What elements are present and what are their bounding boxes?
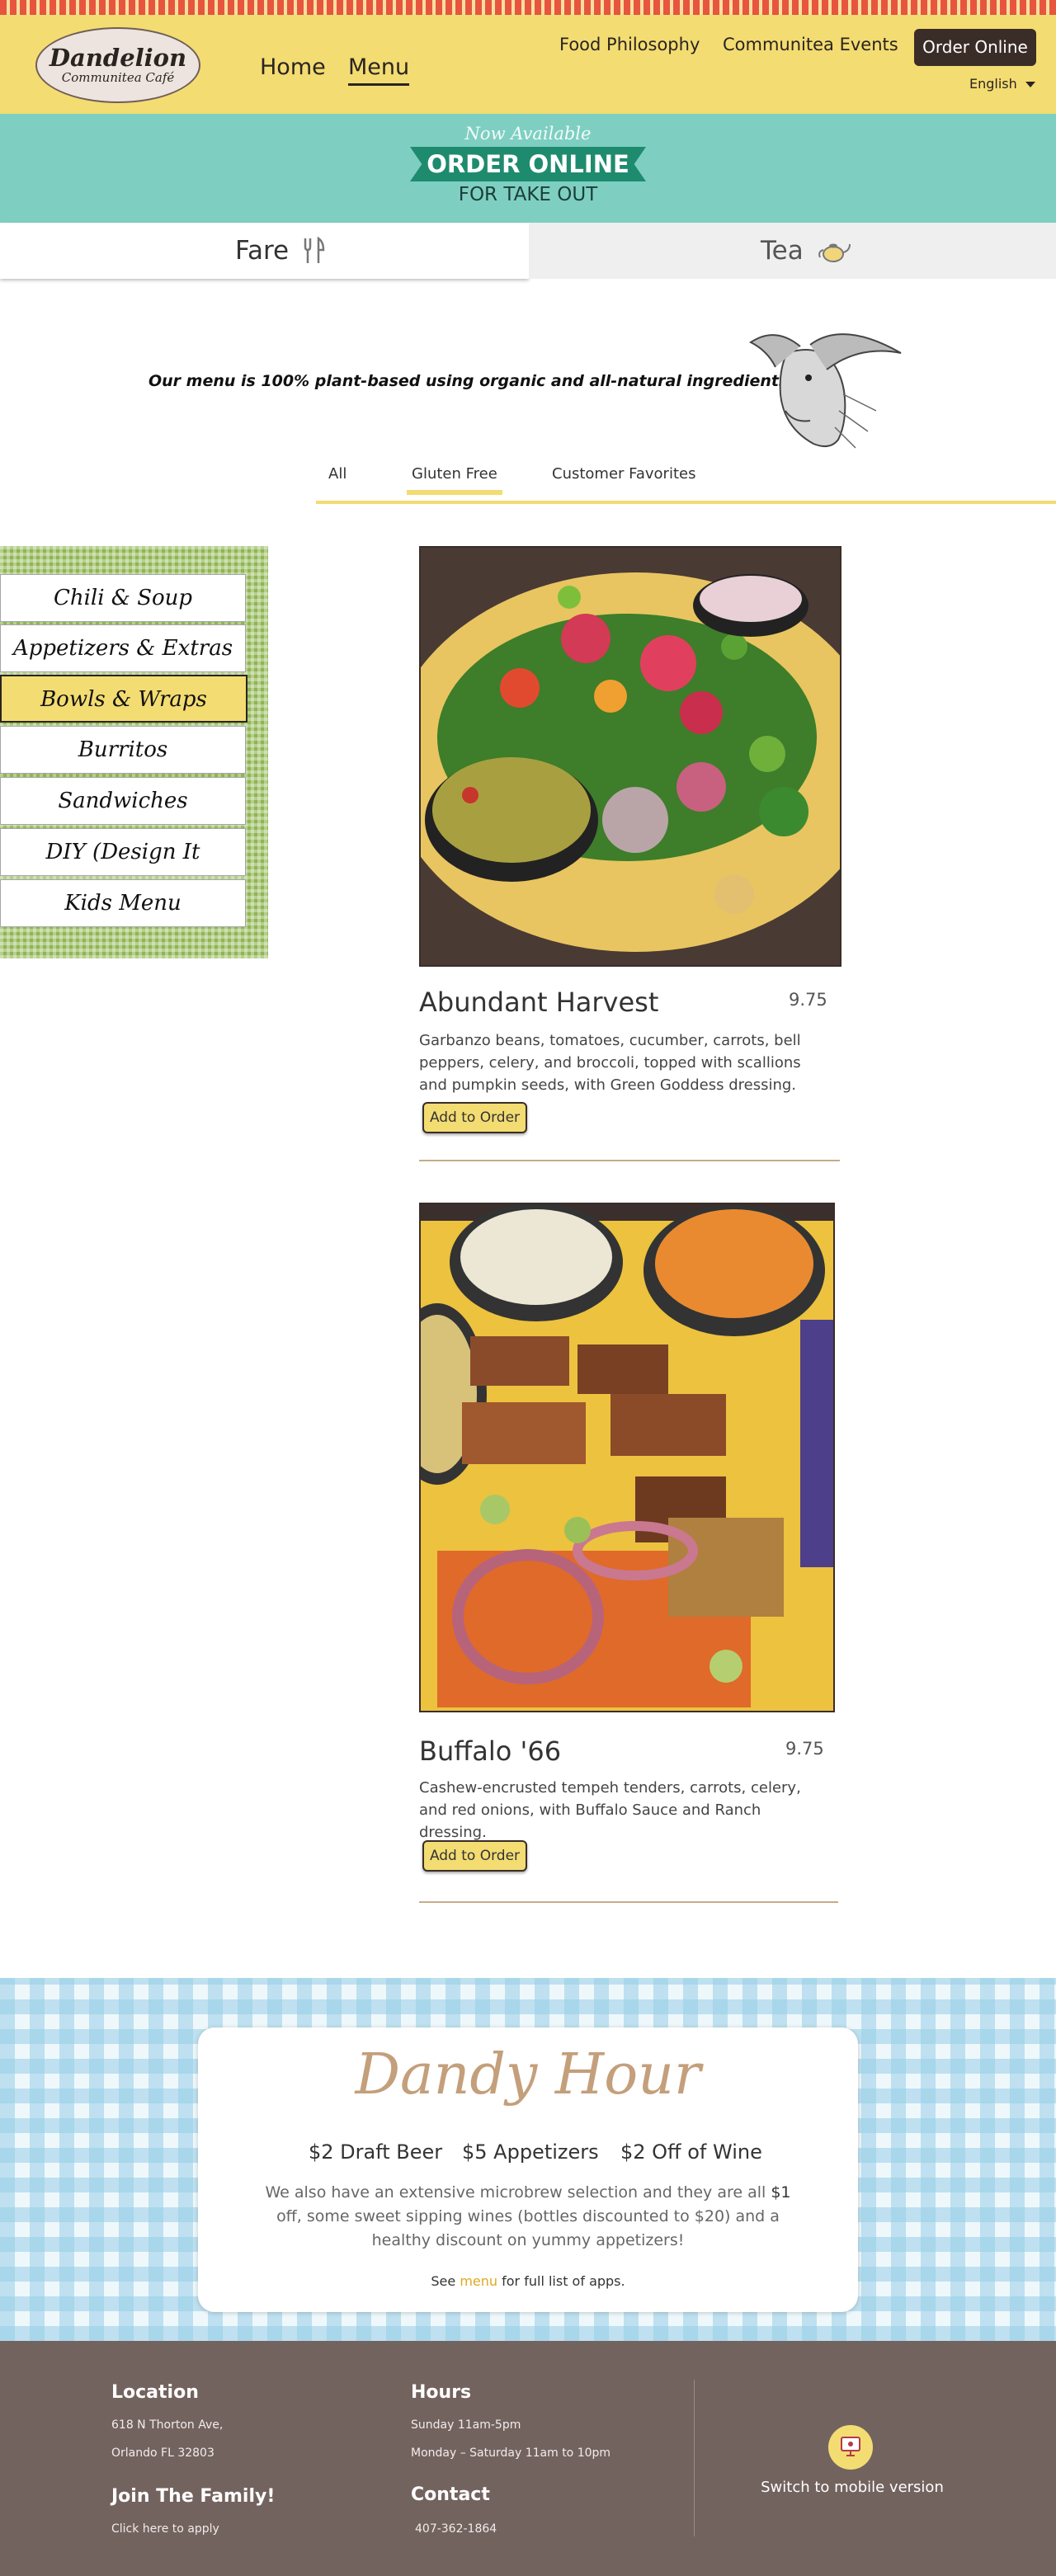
item-image-abundant-harvest — [419, 546, 842, 967]
footer-phone[interactable]: 407-362-1864 — [415, 2522, 497, 2536]
filter-all[interactable]: All — [328, 465, 346, 483]
category-bowls-wraps[interactable]: Bowls & Wraps — [0, 675, 248, 723]
nav-food-philosophy[interactable]: Food Philosophy — [559, 35, 700, 54]
banner-now-available: Now Available — [464, 124, 592, 144]
menu-intro: Our menu is 100% plant-based using organ… — [148, 372, 789, 390]
footer-hours-title: Hours — [411, 2382, 472, 2403]
chevron-down-icon — [1025, 82, 1035, 87]
teapot-icon — [818, 243, 851, 262]
footer-location-title: Location — [111, 2382, 199, 2403]
dandy-hour-menu-note: See menu for full list of apps. — [198, 2273, 858, 2289]
switch-mobile-link[interactable]: Switch to mobile version — [737, 2479, 968, 2496]
special-appetizers: $5 Appetizers — [462, 2140, 599, 2164]
category-kids-menu[interactable]: Kids Menu — [0, 879, 246, 927]
menu-note-prefix: See — [431, 2273, 460, 2289]
add-to-order-button[interactable]: Add to Order — [422, 1840, 527, 1872]
dandy-hour-description: We also have an extensive microbrew sele… — [256, 2181, 800, 2253]
footer-divider — [694, 2380, 695, 2536]
nav-communitea-events[interactable]: Communitea Events — [723, 35, 898, 54]
item-price: 9.75 — [785, 1739, 824, 1759]
logo-title: Dandelion — [49, 44, 187, 72]
desc-highlight: $1 — [771, 2183, 791, 2202]
item-description: Cashew-encrusted tempeh tenders, carrots… — [419, 1779, 801, 1841]
dandy-hour-title: Dandy Hour — [355, 2042, 701, 2107]
filter-customer-favorites[interactable]: Customer Favorites — [552, 465, 695, 483]
item-description: Garbanzo beans, tomatoes, cucumber, carr… — [419, 1032, 801, 1094]
order-online-button[interactable]: Order Online — [914, 29, 1036, 66]
menu-link[interactable]: menu — [460, 2273, 497, 2289]
filter-gluten-free[interactable]: Gluten Free — [407, 465, 502, 495]
desc-part: We also have an extensive microbrew sele… — [265, 2183, 771, 2202]
item-name: Abundant Harvest — [419, 987, 659, 1018]
category-sandwiches[interactable]: Sandwiches — [0, 777, 246, 825]
banner-order-online: ORDER ONLINE — [427, 150, 629, 178]
tab-fare-label: Fare — [235, 236, 290, 266]
logo-subtitle: Communitea Café — [61, 70, 175, 85]
footer-address-line2: Orlando FL 32803 — [111, 2446, 214, 2460]
mobile-version-icon[interactable] — [828, 2425, 873, 2470]
special-wine: $2 Off of Wine — [620, 2140, 762, 2164]
banner-take-out: FOR TAKE OUT — [458, 184, 598, 205]
filter-underline — [316, 501, 1056, 504]
nav-home[interactable]: Home — [260, 54, 326, 80]
footer-address-line1: 618 N Thorton Ave, — [111, 2418, 224, 2432]
footer-hours-line2: Monday – Saturday 11am to 10pm — [411, 2446, 611, 2460]
footer-join-link[interactable]: Click here to apply — [111, 2522, 219, 2536]
category-chili-soup[interactable]: Chili & Soup — [0, 574, 246, 622]
language-select[interactable]: English — [969, 76, 1035, 92]
item-price: 9.75 — [789, 990, 827, 1010]
fork-knife-icon — [304, 237, 325, 263]
header-stripe — [0, 0, 1056, 15]
logo[interactable]: Dandelion Communitea Café — [35, 27, 200, 103]
item-divider — [419, 1901, 838, 1903]
footer-contact-title: Contact — [411, 2484, 490, 2505]
category-burritos[interactable]: Burritos — [0, 726, 246, 774]
language-label: English — [969, 76, 1017, 92]
add-to-order-button[interactable]: Add to Order — [422, 1102, 527, 1133]
footer-join-title: Join The Family! — [111, 2486, 276, 2507]
item-name: Buffalo '66 — [419, 1735, 562, 1767]
category-diy[interactable]: DIY (Design It Yourself) — [0, 828, 246, 911]
category-appetizers-extras[interactable]: Appetizers & Extras — [0, 624, 246, 672]
goat-illustration — [749, 333, 902, 449]
menu-note-suffix: for full list of apps. — [497, 2273, 625, 2289]
nav-menu[interactable]: Menu — [348, 54, 410, 86]
desc-part: off, some sweet sipping wines (bottles d… — [276, 2207, 780, 2249]
special-draft-beer: $2 Draft Beer — [309, 2140, 443, 2164]
tab-tea-label: Tea — [761, 236, 804, 266]
item-divider — [419, 1160, 840, 1161]
footer-hours-line1: Sunday 11am-5pm — [411, 2418, 521, 2432]
item-image-buffalo-66 — [419, 1203, 835, 1712]
